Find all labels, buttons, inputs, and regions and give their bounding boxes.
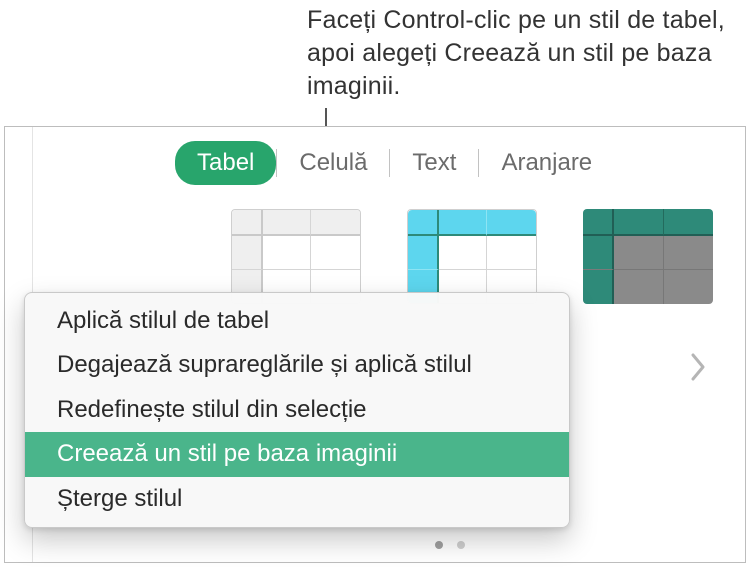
- table-style-thumbnail[interactable]: [407, 209, 537, 304]
- tab-tabel[interactable]: Tabel: [175, 141, 276, 185]
- pager-dot[interactable]: [457, 541, 465, 549]
- menu-item-create-style-from-image[interactable]: Creează un stil pe baza imaginii: [25, 432, 569, 476]
- table-style-thumbnail[interactable]: [583, 209, 713, 304]
- pager-dot[interactable]: [435, 541, 443, 549]
- chevron-right-icon: [690, 353, 706, 386]
- menu-item-delete-style[interactable]: Șterge stilul: [25, 477, 569, 521]
- menu-item-apply-style[interactable]: Aplică stilul de tabel: [25, 299, 569, 343]
- inspector-tabs: Tabel Celulă Text Aranjare: [175, 141, 614, 185]
- tab-celula[interactable]: Celulă: [277, 141, 389, 185]
- tab-text[interactable]: Text: [390, 141, 478, 185]
- callout-text: Faceți Control-clic pe un stil de tabel,…: [307, 4, 727, 103]
- thumbnail-grid: [232, 210, 360, 303]
- style-pager: [435, 541, 465, 549]
- next-page-button[interactable]: [681, 347, 715, 391]
- menu-item-clear-overrides[interactable]: Degajează suprareglările și aplică stilu…: [25, 343, 569, 387]
- menu-item-redefine-from-selection[interactable]: Redefinește stilul din selecție: [25, 388, 569, 432]
- context-menu: Aplică stilul de tabel Degajează suprare…: [24, 292, 570, 528]
- thumbnail-grid: [408, 210, 536, 303]
- tab-aranjare[interactable]: Aranjare: [479, 141, 614, 185]
- thumbnail-grid: [583, 209, 713, 304]
- table-style-thumbnail[interactable]: [231, 209, 361, 304]
